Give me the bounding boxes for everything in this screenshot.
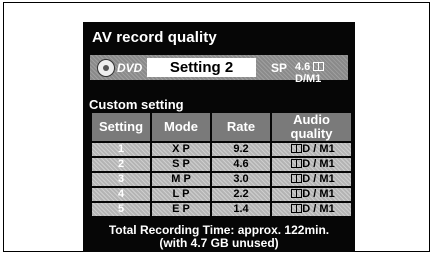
custom-setting-heading: Custom setting	[89, 97, 184, 112]
rate-cell: 2.2	[212, 188, 270, 201]
table-row[interactable]: 2 S P 4.6 D / M1	[92, 158, 351, 171]
table-row[interactable]: 4 L P 2.2 D / M1	[92, 188, 351, 201]
outer-frame: AV record quality DVD Setting 2 SP 4.6D/…	[3, 2, 430, 252]
current-setting-bar: DVD Setting 2 SP 4.6D/M1	[90, 55, 348, 85]
rate-cell: 9.2	[212, 143, 270, 156]
column-header-mode: Mode	[152, 113, 210, 141]
dolby-digital-icon	[291, 189, 303, 198]
dvd-label: DVD	[117, 61, 143, 75]
mode-cell: M P	[152, 173, 210, 186]
setting-number: 3	[92, 173, 150, 186]
mode-cell: L P	[152, 188, 210, 201]
mode-cell: X P	[152, 143, 210, 156]
audio-value: D / M1	[302, 158, 335, 170]
current-rate-audio: 4.6D/M1	[295, 61, 348, 85]
audio-cell: D / M1	[272, 158, 351, 171]
setting-number: 4	[92, 188, 150, 201]
osd-screen: AV record quality DVD Setting 2 SP 4.6D/…	[83, 22, 355, 252]
column-header-rate: Rate	[212, 113, 270, 141]
audio-value: D / M1	[302, 173, 335, 185]
audio-cell: D / M1	[272, 188, 351, 201]
audio-value: D / M1	[302, 188, 335, 200]
custom-setting-table: Setting Mode Rate Audio quality 1 X P 9.…	[90, 111, 353, 218]
setting-number: 2	[92, 158, 150, 171]
dvd-disc-icon	[97, 59, 115, 77]
unused-space: (with 4.7 GB unused)	[159, 236, 279, 250]
recording-time-info: Total Recording Time: approx. 122min. (w…	[83, 224, 355, 250]
rate-cell: 3.0	[212, 173, 270, 186]
current-mode: SP	[271, 61, 288, 75]
mode-cell: S P	[152, 158, 210, 171]
rate-cell: 4.6	[212, 158, 270, 171]
audio-value: D / M1	[302, 203, 335, 215]
current-audio: D/M1	[295, 73, 322, 85]
column-header-audio-quality: Audio quality	[272, 113, 351, 141]
table-row[interactable]: 5 E P 1.4 D / M1	[92, 203, 351, 216]
dolby-digital-icon	[291, 144, 303, 153]
dolby-digital-icon	[291, 204, 303, 213]
audio-cell: D / M1	[272, 143, 351, 156]
page-title: AV record quality	[92, 29, 217, 46]
table-row[interactable]: 1 X P 9.2 D / M1	[92, 143, 351, 156]
current-rate: 4.6	[295, 61, 311, 73]
mode-cell: E P	[152, 203, 210, 216]
setting-selector[interactable]: Setting 2	[147, 58, 256, 77]
dolby-digital-icon	[291, 174, 303, 183]
rate-cell: 1.4	[212, 203, 270, 216]
table-row[interactable]: 3 M P 3.0 D / M1	[92, 173, 351, 186]
audio-cell: D / M1	[272, 203, 351, 216]
audio-cell: D / M1	[272, 173, 351, 186]
column-header-setting: Setting	[92, 113, 150, 141]
setting-number: 5	[92, 203, 150, 216]
audio-value: D / M1	[302, 143, 335, 155]
setting-number: 1	[92, 143, 150, 156]
dolby-digital-icon	[291, 159, 303, 168]
dolby-digital-icon	[313, 62, 325, 71]
